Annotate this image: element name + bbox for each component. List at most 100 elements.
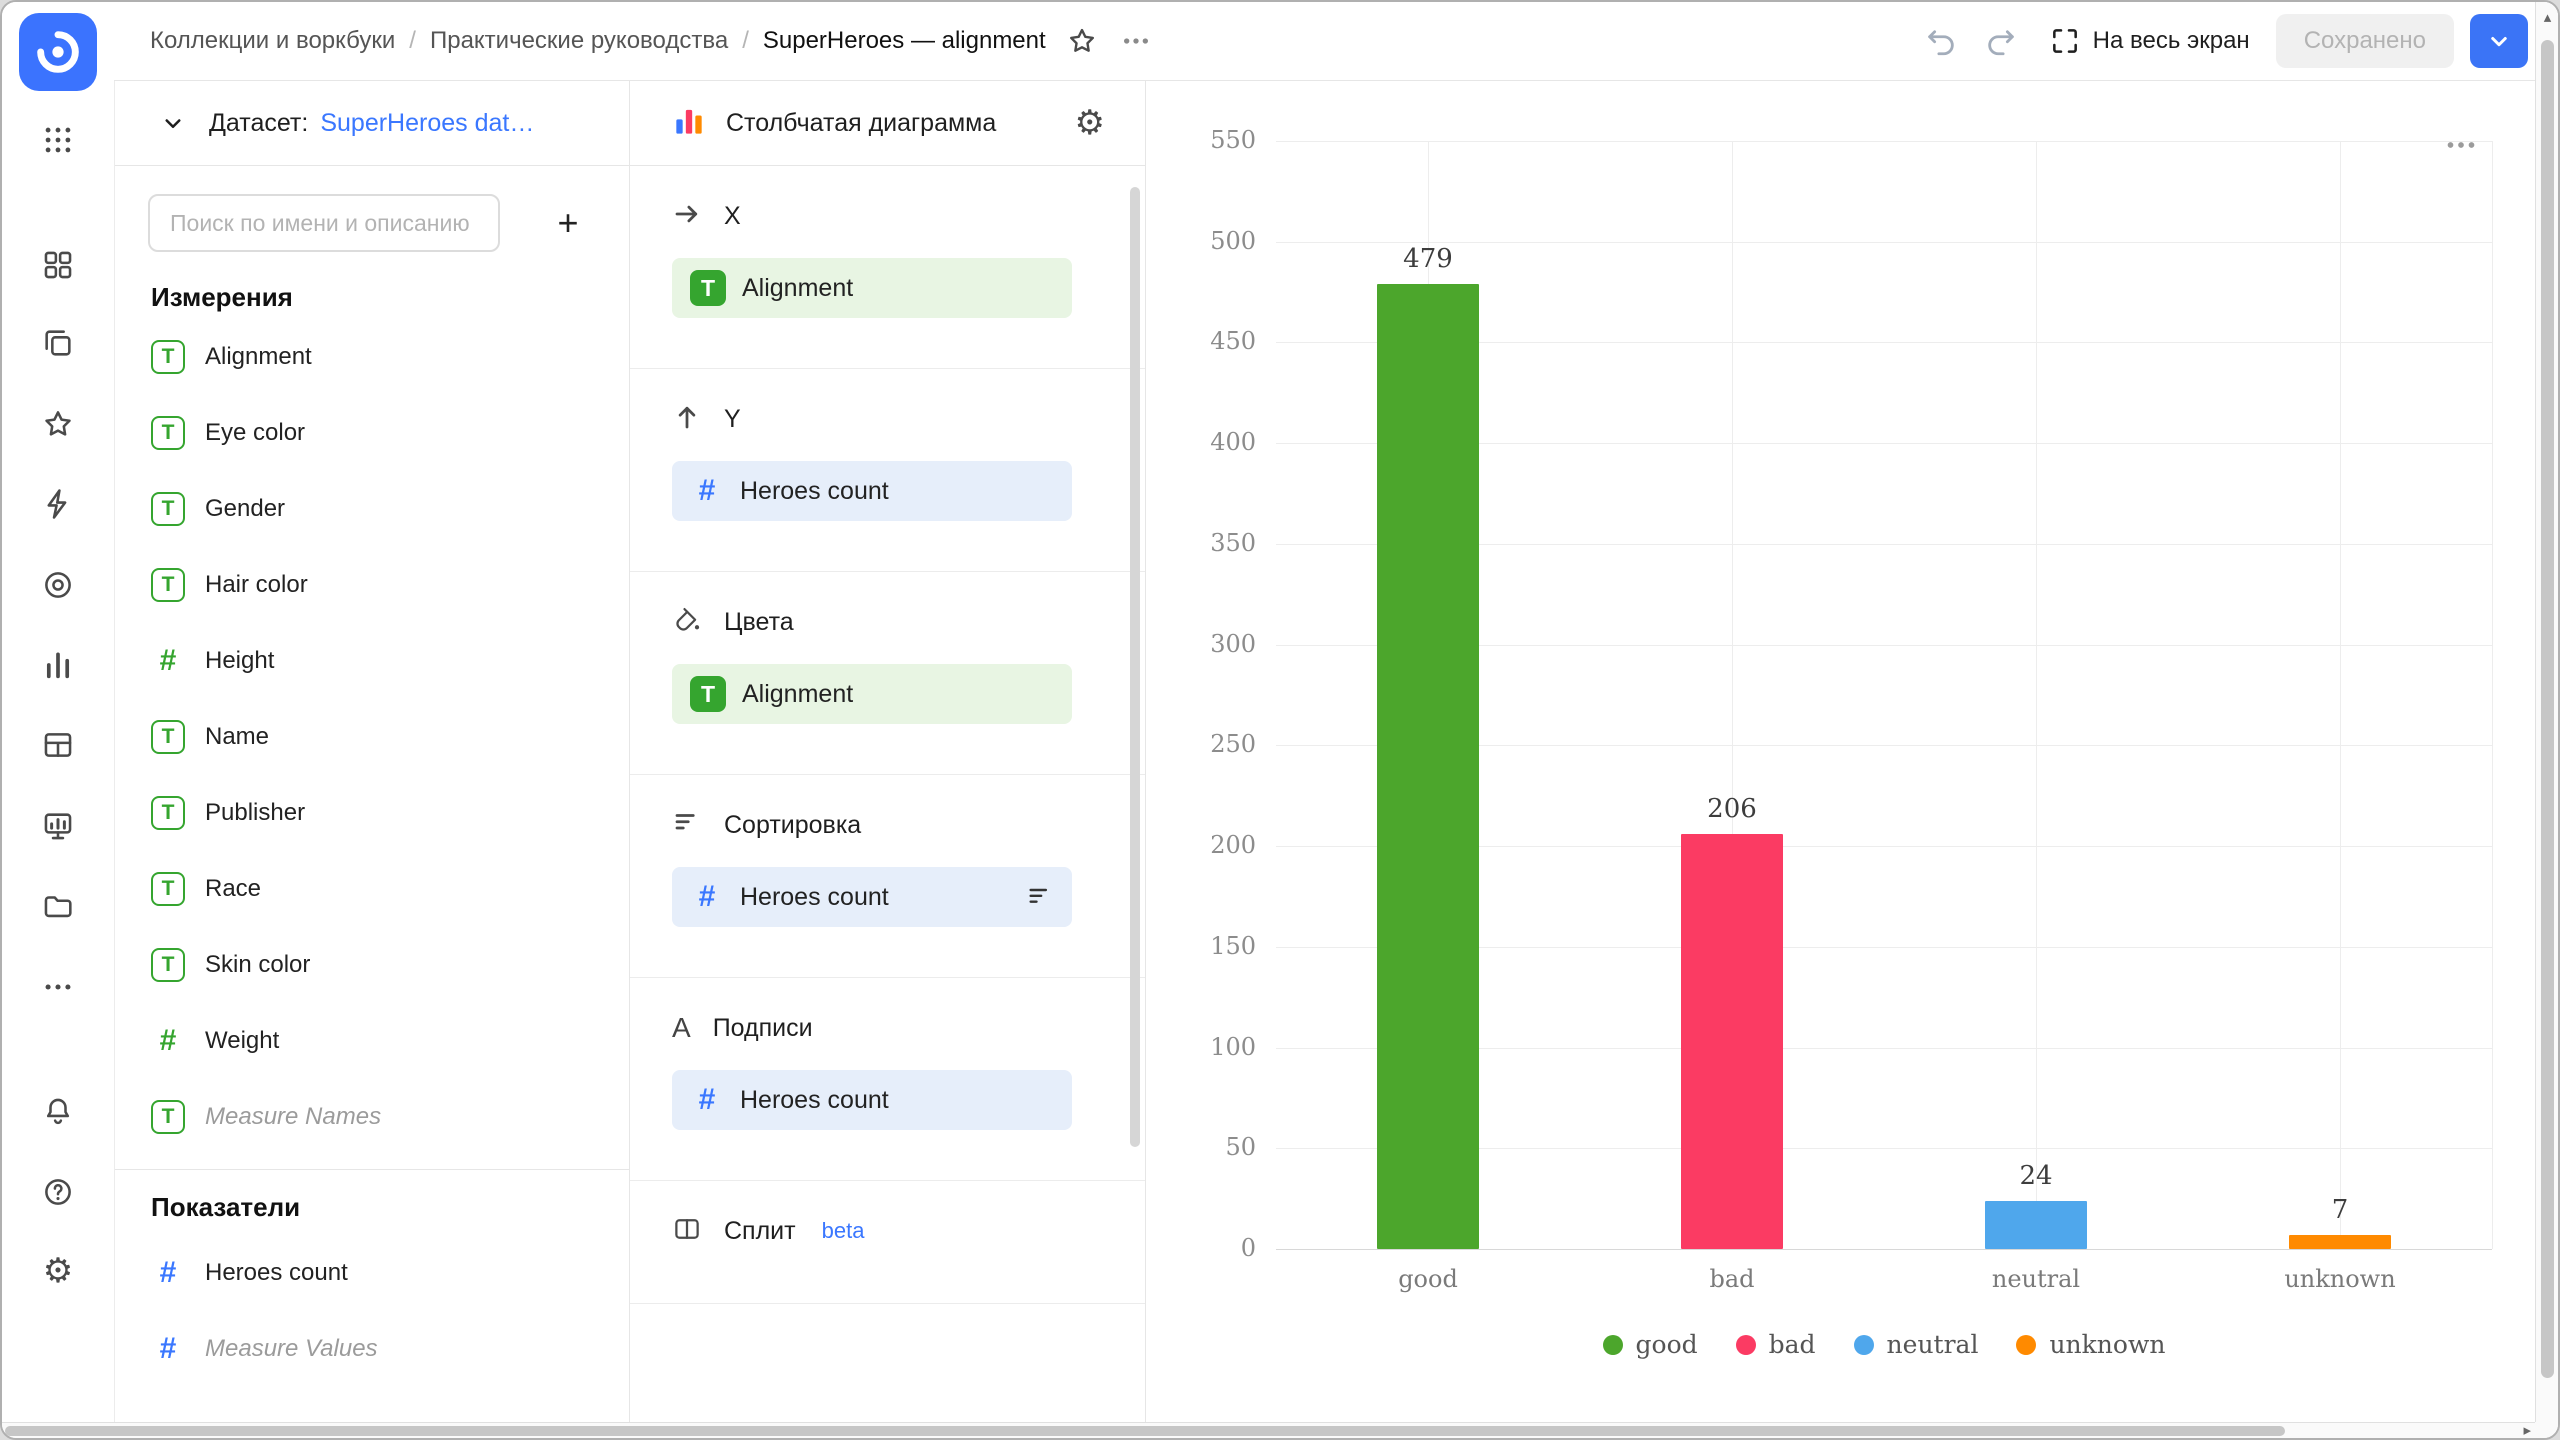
field-item-alignment[interactable]: TAlignment: [115, 319, 629, 395]
field-item-name[interactable]: TName: [115, 699, 629, 775]
field-chip-heroes-count[interactable]: #Heroes count: [672, 1070, 1072, 1130]
chart-menu-icon[interactable]: [2443, 127, 2479, 168]
save-status-button[interactable]: Сохранено: [2276, 14, 2454, 68]
legend-dot-icon: [1854, 1335, 1874, 1355]
dataset-name-link[interactable]: SuperHeroes dat…: [320, 109, 534, 138]
more-actions-icon[interactable]: [1114, 19, 1158, 63]
y-axis-tick: 200: [1156, 831, 1256, 859]
bar-bad[interactable]: [1681, 834, 1783, 1249]
legend-item-neutral[interactable]: neutral: [1854, 1330, 1979, 1359]
field-label: Publisher: [205, 799, 305, 827]
field-chip-alignment[interactable]: TAlignment: [672, 664, 1072, 724]
panel-divider: [115, 1169, 629, 1170]
field-item-eye-color[interactable]: TEye color: [115, 395, 629, 471]
bar-value-label: 24: [1956, 1161, 2116, 1191]
config-panel-scrollbar[interactable]: [1130, 187, 1140, 1147]
y-axis-tick: 0: [1156, 1234, 1256, 1262]
text-field-icon: T: [151, 416, 185, 450]
field-item-gender[interactable]: TGender: [115, 471, 629, 547]
redo-icon[interactable]: [1979, 19, 2023, 63]
field-item-height[interactable]: #Height: [115, 623, 629, 699]
field-item-hair-color[interactable]: THair color: [115, 547, 629, 623]
config-section-label: Цвета: [724, 608, 794, 637]
config-section-label: Сплит: [724, 1217, 796, 1246]
bar-good[interactable]: [1377, 284, 1479, 1249]
config-section-head-labels: AПодписи: [672, 1006, 1071, 1050]
bar-neutral[interactable]: [1985, 1201, 2087, 1249]
save-dropdown-button[interactable]: [2470, 14, 2528, 68]
scroll-right-arrow-icon[interactable]: ▸: [2523, 1423, 2531, 1439]
notifications-icon[interactable]: [36, 1089, 80, 1133]
text-field-icon: T: [151, 340, 185, 374]
h-gridline: [1276, 141, 2492, 142]
tables-icon[interactable]: [36, 723, 80, 767]
arrow-right-icon: [672, 199, 702, 234]
breadcrumb-item-2[interactable]: Практические руководства: [430, 27, 728, 55]
chips-container: TAlignment: [672, 258, 1071, 318]
help-icon[interactable]: [36, 1170, 80, 1214]
quick-actions-icon[interactable]: [36, 482, 80, 526]
settings-icon[interactable]: ⚙: [36, 1249, 80, 1293]
datalens-logo[interactable]: [19, 13, 97, 91]
field-item-publisher[interactable]: TPublisher: [115, 775, 629, 851]
add-field-button[interactable]: +: [540, 195, 596, 251]
collapse-chevron-icon[interactable]: [151, 101, 195, 145]
field-item-heroes-count[interactable]: #Heroes count: [115, 1235, 629, 1311]
chart-type-label: Столбчатая диаграмма: [726, 109, 996, 138]
fullscreen-button[interactable]: На весь экран: [2049, 25, 2250, 57]
field-item-skin-color[interactable]: TSkin color: [115, 927, 629, 1003]
favorite-star-icon[interactable]: [1060, 19, 1104, 63]
vertical-scrollbar-thumb[interactable]: [2541, 40, 2554, 1378]
vertical-scrollbar[interactable]: ▴ ▾: [2535, 2, 2558, 1438]
text-field-icon: T: [151, 1100, 185, 1134]
field-chip-alignment[interactable]: TAlignment: [672, 258, 1072, 318]
scroll-up-arrow-icon[interactable]: ▴: [2536, 8, 2559, 26]
field-item-measure-values[interactable]: #Measure Values: [115, 1311, 629, 1387]
breadcrumb-item-1[interactable]: Коллекции и воркбуки: [150, 27, 395, 55]
favorites-icon[interactable]: [36, 402, 80, 446]
y-axis-tick: 450: [1156, 327, 1256, 355]
field-item-race[interactable]: TRace: [115, 851, 629, 927]
services-icon[interactable]: [36, 563, 80, 607]
legend-item-good[interactable]: good: [1603, 1330, 1698, 1359]
config-section-label: X: [724, 202, 741, 231]
charts-icon[interactable]: [36, 643, 80, 687]
number-field-icon: #: [690, 880, 724, 914]
config-section-split: Сплит beta: [630, 1181, 1145, 1304]
editor-icon[interactable]: [36, 804, 80, 848]
field-item-measure-names[interactable]: TMeasure Names: [115, 1079, 629, 1155]
h-gridline: [1276, 1249, 2492, 1250]
apps-grid-icon[interactable]: [36, 118, 80, 162]
chip-label: Alignment: [742, 274, 853, 303]
dataset-label: Датасет:: [209, 109, 308, 138]
field-search-input[interactable]: [148, 194, 500, 252]
chip-label: Heroes count: [740, 1086, 889, 1115]
field-item-weight[interactable]: #Weight: [115, 1003, 629, 1079]
bar-value-label: 7: [2260, 1195, 2420, 1225]
chart-settings-gear-icon[interactable]: ⚙: [1075, 106, 1105, 140]
more-icon[interactable]: [36, 965, 80, 1009]
sort-direction-icon[interactable]: [1026, 883, 1054, 911]
bar-chart-type-icon[interactable]: [670, 102, 708, 145]
horizontal-scrollbar-thumb[interactable]: [5, 1426, 2285, 1436]
field-chip-heroes-count[interactable]: #Heroes count: [672, 867, 1072, 927]
config-section-label: Подписи: [713, 1014, 813, 1043]
legend-label: unknown: [2049, 1330, 2165, 1359]
fullscreen-label: На весь экран: [2093, 27, 2250, 55]
breadcrumb-item-3[interactable]: SuperHeroes — alignment: [763, 27, 1046, 55]
legend-item-bad[interactable]: bad: [1736, 1330, 1816, 1359]
undo-icon[interactable]: [1919, 19, 1963, 63]
dashboards-icon[interactable]: [36, 243, 80, 287]
dimensions-title: Измерения: [151, 282, 629, 313]
chevron-down-icon: [2484, 26, 2514, 56]
beta-badge: beta: [822, 1218, 865, 1244]
legend-item-unknown[interactable]: unknown: [2016, 1330, 2165, 1359]
field-chip-heroes-count[interactable]: #Heroes count: [672, 461, 1072, 521]
breadcrumb-separator: /: [409, 27, 416, 55]
field-label: Race: [205, 875, 261, 903]
horizontal-scrollbar[interactable]: ▸: [2, 1422, 2535, 1438]
collections-icon[interactable]: [36, 321, 80, 365]
text-field-icon: T: [151, 492, 185, 526]
storage-icon[interactable]: [36, 884, 80, 928]
bar-unknown[interactable]: [2289, 1235, 2391, 1249]
